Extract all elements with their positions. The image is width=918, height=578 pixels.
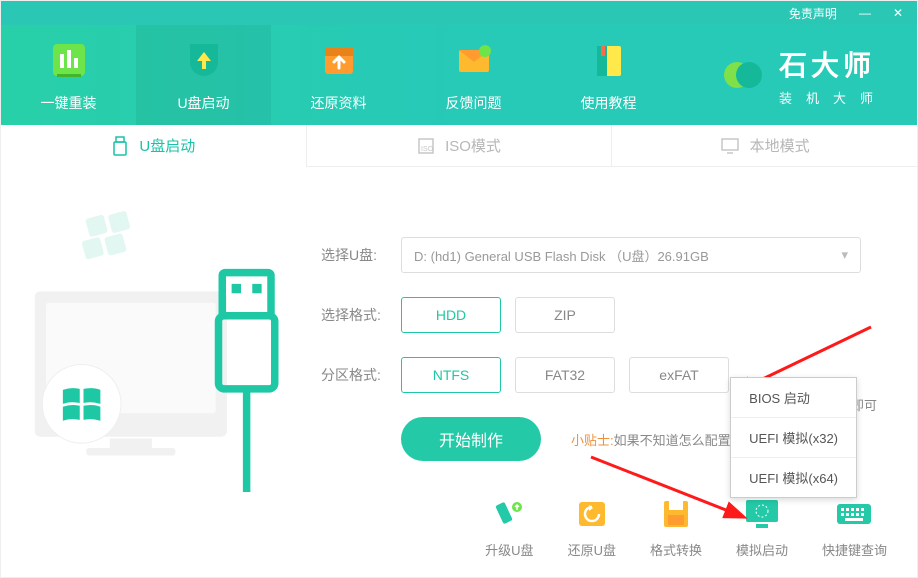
chevron-down-icon: ▾ <box>841 247 848 263</box>
tip: 小贴士:如果不知道怎么配置 <box>571 430 731 449</box>
tab-label: U盘启动 <box>139 135 195 156</box>
envelope-icon <box>451 37 497 83</box>
tool-label: 快捷键查询 <box>822 540 887 559</box>
tool-label: 模拟启动 <box>736 540 788 559</box>
nav-label: 反馈问题 <box>446 93 502 113</box>
format-label: 选择格式: <box>321 305 401 325</box>
usb-upgrade-icon <box>489 496 529 532</box>
menu-item-uefi-x32[interactable]: UEFI 模拟(x32) <box>731 418 856 458</box>
content: 选择U盘: D: (hd1) General USB Flash Disk （U… <box>1 167 917 578</box>
brand-title: 石大师 <box>779 44 875 84</box>
nav-usb-boot[interactable]: U盘启动 <box>136 25 271 125</box>
tab-label: 本地模式 <box>750 135 810 156</box>
brand: 石大师 装机大师 <box>721 25 917 125</box>
tool-upgrade-usb[interactable]: 升级U盘 <box>485 496 533 559</box>
close-button[interactable]: ✕ <box>893 6 903 20</box>
menu-item-uefi-x64[interactable]: UEFI 模拟(x64) <box>731 458 856 497</box>
tabs: U盘启动 ISO ISO模式 本地模式 <box>1 125 917 167</box>
tip-label: 小贴士: <box>571 433 614 448</box>
nav-label: 使用教程 <box>581 93 637 113</box>
tab-iso[interactable]: ISO ISO模式 <box>307 125 613 166</box>
usb-illustration <box>26 207 306 507</box>
keyboard-icon <box>834 496 874 532</box>
format-option-zip[interactable]: ZIP <box>515 297 615 333</box>
titlebar: 免责声明 — ✕ <box>1 1 917 25</box>
format-option-hdd[interactable]: HDD <box>401 297 501 333</box>
tool-label: 格式转换 <box>650 540 702 559</box>
start-button[interactable]: 开始制作 <box>401 417 541 461</box>
monitor-icon <box>720 137 740 155</box>
header: 一键重装 U盘启动 还原资料 反馈问题 <box>1 25 917 125</box>
nav-reinstall[interactable]: 一键重装 <box>1 25 136 125</box>
tool-hotkey-query[interactable]: 快捷键查询 <box>822 496 887 559</box>
tool-label: 升级U盘 <box>485 540 533 559</box>
tab-usb-boot[interactable]: U盘启动 <box>1 125 307 166</box>
iso-icon: ISO <box>417 137 435 155</box>
usb-select[interactable]: D: (hd1) General USB Flash Disk （U盘）26.9… <box>401 237 861 273</box>
svg-text:ISO: ISO <box>421 146 434 153</box>
usb-icon <box>111 136 129 156</box>
disclaimer-link[interactable]: 免责声明 <box>789 5 837 22</box>
nav-feedback[interactable]: 反馈问题 <box>406 25 541 125</box>
tool-label: 还原U盘 <box>568 540 616 559</box>
nav-label: U盘启动 <box>177 93 229 113</box>
usb-select-value: D: (hd1) General USB Flash Disk （U盘）26.9… <box>414 246 709 265</box>
bar-chart-icon <box>46 37 92 83</box>
logo-icon <box>721 53 765 97</box>
tab-local[interactable]: 本地模式 <box>612 125 917 166</box>
fs-option-fat32[interactable]: FAT32 <box>515 357 615 393</box>
nav-tutorial[interactable]: 使用教程 <box>541 25 676 125</box>
nav-label: 还原资料 <box>311 93 367 113</box>
brand-subtitle: 装机大师 <box>779 88 887 107</box>
usb-select-label: 选择U盘: <box>321 245 401 265</box>
app-window: 免责声明 — ✕ 一键重装 U盘启动 还原资料 <box>0 0 918 578</box>
shield-icon <box>181 37 227 83</box>
upload-box-icon <box>316 37 362 83</box>
nav: 一键重装 U盘启动 还原资料 反馈问题 <box>1 25 676 125</box>
nav-label: 一键重装 <box>41 93 97 113</box>
boot-simulate-menu: BIOS 启动 UEFI 模拟(x32) UEFI 模拟(x64) <box>730 377 857 498</box>
fs-label: 分区格式: <box>321 365 401 385</box>
menu-item-bios[interactable]: BIOS 启动 <box>731 378 856 418</box>
nav-restore[interactable]: 还原资料 <box>271 25 406 125</box>
minimize-button[interactable]: — <box>859 6 871 20</box>
tab-label: ISO模式 <box>445 135 501 156</box>
fs-option-ntfs[interactable]: NTFS <box>401 357 501 393</box>
tip-text: 如果不知道怎么配置 <box>614 433 731 448</box>
book-icon <box>586 37 632 83</box>
